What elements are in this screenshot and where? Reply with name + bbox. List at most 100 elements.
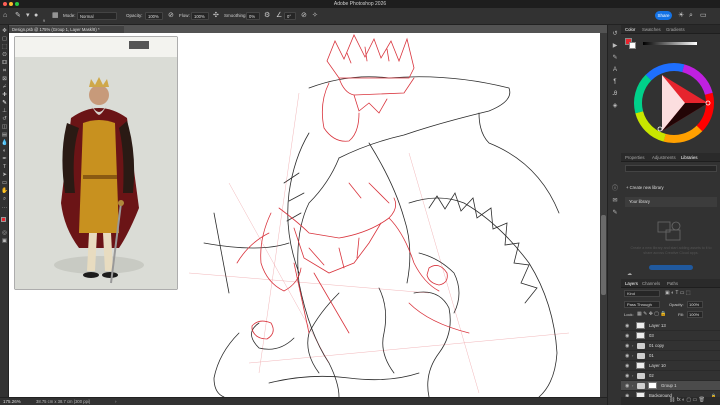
layer-row[interactable]: ◉ Layer 13 [621, 321, 720, 331]
hand-tool-icon[interactable]: ✋ [1, 188, 8, 195]
comments-icon[interactable]: ✎ [611, 209, 619, 217]
gradient-tool-icon[interactable]: ▤ [1, 132, 8, 139]
home-icon[interactable]: ⌂ [3, 12, 7, 20]
discover-icon[interactable]: ☀ [678, 12, 684, 20]
more-tools-icon[interactable]: … [1, 204, 8, 211]
layer-row[interactable]: ◉ › 02 [621, 371, 720, 381]
lock-icons[interactable]: ▦ ✎ ✥ ▢ 🔒 [637, 311, 667, 317]
flow-field[interactable]: 100% [191, 12, 209, 20]
tab-color[interactable]: Color [625, 27, 635, 32]
document-tab[interactable]: Design.psb @ 175% (Group 1, Layer Mask/8… [9, 25, 124, 33]
foreground-color-swatch[interactable] [1, 217, 6, 222]
quick-mask-icon[interactable]: ◎ [1, 230, 8, 237]
cc-libraries-icon[interactable]: ☁ [627, 271, 632, 277]
layer-row[interactable]: ◉ › 01 [621, 351, 720, 361]
visibility-eye-icon[interactable]: ◉ [625, 353, 629, 359]
layer-footer-icons[interactable]: ⛓ fx ◐ ▢ ▭ 🗑 [669, 397, 705, 403]
notes-icon[interactable]: ✉ [611, 197, 619, 205]
type-tool-icon[interactable]: T [1, 164, 8, 171]
canvas[interactable] [9, 33, 607, 397]
pressure-size-icon[interactable]: ⊘ [301, 12, 307, 20]
artboard-tool-icon[interactable]: ▢ [1, 36, 8, 43]
workspace-icon[interactable]: ▭ [700, 12, 707, 20]
tab-paths[interactable]: Paths [667, 281, 678, 286]
crop-tool-icon[interactable]: ⌗ [1, 68, 8, 75]
layer-row[interactable]: ◉ › 01 copy [621, 341, 720, 351]
eraser-tool-icon[interactable]: ◫ [1, 124, 8, 131]
history-brush-tool-icon[interactable]: ↺ [1, 116, 8, 123]
blend-mode-select[interactable]: Pass Through [624, 301, 660, 308]
chevron-right-icon[interactable]: › [632, 373, 633, 378]
tab-channels[interactable]: Channels [642, 281, 660, 286]
visibility-eye-icon[interactable]: ◉ [625, 383, 629, 389]
visibility-eye-icon[interactable]: ◉ [625, 323, 629, 329]
zoom-level[interactable]: 175.26% [3, 399, 21, 404]
search-icon[interactable]: ⌕ [689, 12, 693, 20]
blur-tool-icon[interactable]: 💧 [1, 140, 8, 147]
brush-tool-icon[interactable]: ✎ [15, 12, 21, 20]
screen-mode-icon[interactable]: ▣ [1, 238, 8, 245]
layer-row[interactable]: ◉ Layer 10 [621, 361, 720, 371]
lasso-tool-icon[interactable]: ʘ [1, 52, 8, 59]
visibility-eye-icon[interactable]: ◉ [625, 343, 629, 349]
opacity-field[interactable]: 100% [145, 12, 163, 20]
tab-swatches[interactable]: Swatches [642, 27, 661, 32]
layer-row-selected[interactable]: ◉ › Group 1 [621, 381, 720, 391]
library-search-input[interactable] [625, 165, 717, 172]
filter-icons[interactable]: ▣ ◐ T ▭ ⬚ [665, 290, 691, 296]
airbrush-icon[interactable]: ✣ [213, 12, 219, 20]
tab-gradients[interactable]: Gradients [666, 27, 685, 32]
visibility-eye-icon[interactable]: ◉ [625, 333, 629, 339]
brush-tool-icon[interactable]: ✎ [1, 100, 8, 107]
chevron-right-icon[interactable]: › [632, 343, 633, 348]
mode-select[interactable]: Normal [77, 12, 117, 20]
lightness-slider[interactable] [643, 42, 697, 45]
visibility-eye-icon[interactable]: ◉ [625, 363, 629, 369]
symmetry-icon[interactable]: ✧ [312, 12, 318, 20]
layer-row[interactable]: ◉ 03 [621, 331, 720, 341]
tab-layers[interactable]: Layers [625, 281, 638, 286]
tab-libraries[interactable]: Libraries [681, 155, 697, 160]
smoothing-field[interactable]: 0% [246, 12, 260, 20]
character-icon[interactable]: A [611, 66, 619, 74]
shape-tool-icon[interactable]: ▭ [1, 180, 8, 187]
background-color-chip[interactable] [629, 42, 636, 49]
tab-adjustments[interactable]: Adjustments [652, 155, 676, 160]
brushes-icon[interactable]: ✎ [611, 54, 619, 62]
layer-mask-thumbnail[interactable] [648, 382, 657, 389]
chevron-right-icon[interactable]: › [632, 383, 633, 388]
visibility-eye-icon[interactable]: ◉ [625, 373, 629, 379]
gear-icon[interactable]: ⚙ [264, 12, 270, 20]
layer-filter-kind[interactable]: Kind [624, 290, 660, 297]
pressure-opacity-icon[interactable]: ⊘ [168, 12, 174, 20]
info-icon[interactable]: ⓘ [611, 185, 619, 193]
fill-field[interactable]: 100% [687, 311, 703, 318]
navigator-icon[interactable]: ◈ [611, 102, 619, 110]
move-tool-icon[interactable]: ✥ [1, 28, 8, 35]
angle-field[interactable]: 0° [284, 12, 296, 20]
brush-preset-icon[interactable]: ● [34, 12, 38, 20]
history-icon[interactable]: ↺ [611, 30, 619, 38]
dodge-tool-icon[interactable]: ◐ [1, 148, 8, 155]
path-select-tool-icon[interactable]: ➤ [1, 172, 8, 179]
healing-tool-icon[interactable]: ✚ [1, 92, 8, 99]
pen-tool-icon[interactable]: ✒ [1, 156, 8, 163]
actions-icon[interactable]: ▶ [611, 42, 619, 50]
zoom-tool-icon[interactable]: ⌕ [1, 196, 8, 203]
marquee-tool-icon[interactable]: ⬚ [1, 44, 8, 51]
share-button[interactable]: Share [655, 11, 672, 20]
chevron-down-icon[interactable]: ▾ [26, 12, 30, 20]
chevron-right-icon[interactable]: › [115, 399, 117, 404]
frame-tool-icon[interactable]: ⊠ [1, 76, 8, 83]
paragraph-icon[interactable]: ¶ [611, 78, 619, 86]
vertical-scroll-thumb[interactable] [601, 215, 606, 295]
brush-settings-icon[interactable]: ▦ [52, 12, 59, 20]
color-wheel[interactable] [632, 61, 716, 145]
stamp-tool-icon[interactable]: ⊥ [1, 108, 8, 115]
angle-icon[interactable]: ∠ [276, 12, 282, 20]
chevron-right-icon[interactable]: › [632, 353, 633, 358]
create-library-button[interactable]: + Create new library [626, 185, 664, 190]
layer-opacity-field[interactable]: 100% [687, 301, 703, 308]
library-action-button[interactable] [649, 265, 693, 270]
tab-properties[interactable]: Properties [625, 155, 645, 160]
